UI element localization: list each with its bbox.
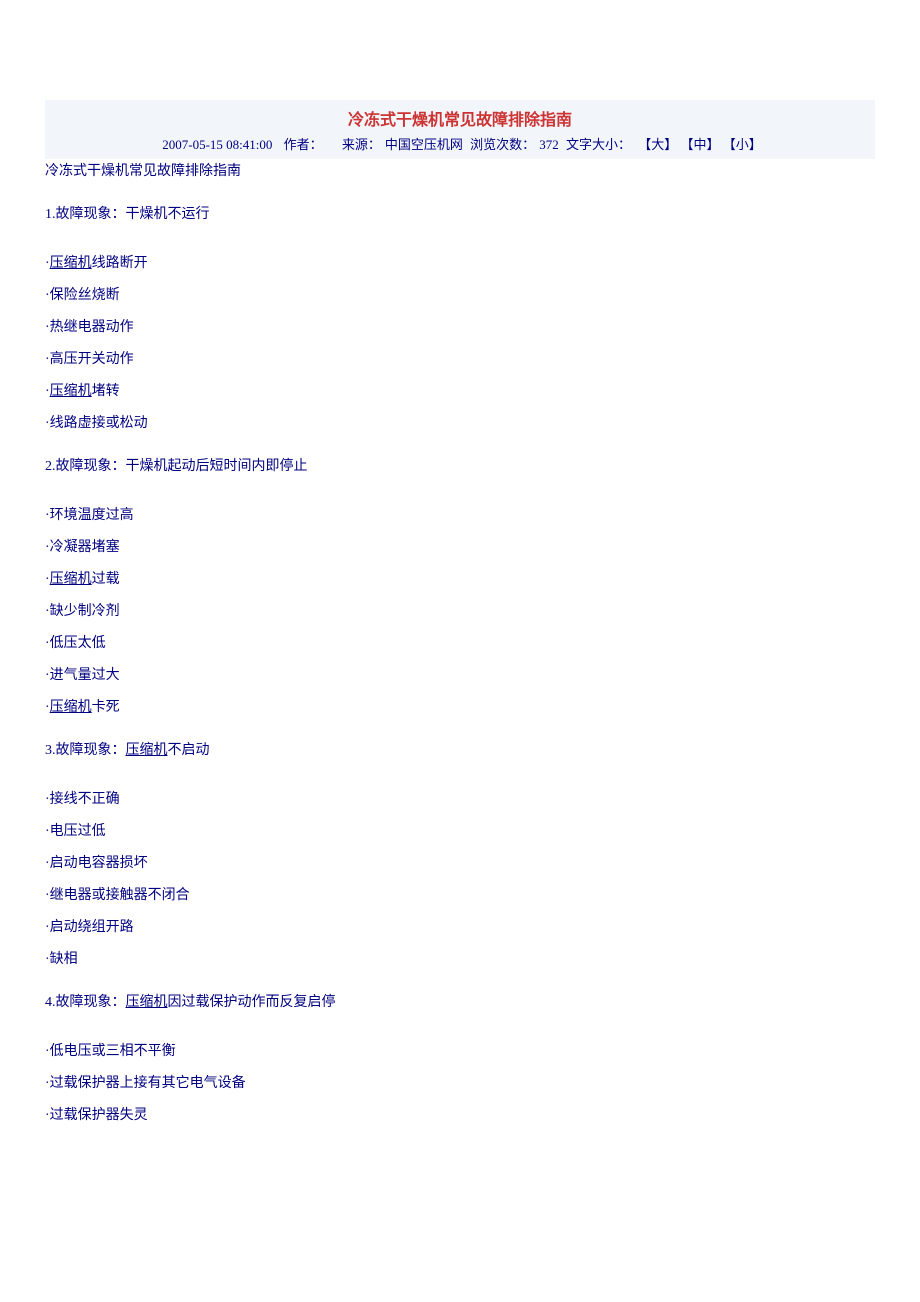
bullet-text: ·缺相 — [45, 952, 78, 967]
source-value: 中国空压机网 — [385, 137, 463, 152]
list-item: ·过载保护器上接有其它电气设备 — [45, 1073, 875, 1094]
views-value: 372 — [539, 137, 559, 152]
bullet-text: ·接线不正确 — [45, 792, 120, 807]
bullet-text: ·启动绕组开路 — [45, 920, 134, 935]
list-item: ·继电器或接触器不闭合 — [45, 885, 875, 906]
page-container: 冷冻式干燥机常见故障排除指南 2007-05-15 08:41:00 作者： 来… — [0, 0, 920, 1177]
bullet-text: ·高压开关动作 — [45, 352, 134, 367]
author-label: 作者： — [284, 137, 323, 152]
font-size-label: 文字大小： — [566, 137, 631, 152]
article-body: 冷冻式干燥机常见故障排除指南 1.故障现象：干燥机不运行 ·压缩机线路断开 ·保… — [45, 161, 875, 1126]
list-item: ·压缩机堵转 — [45, 381, 875, 402]
bullet-text: ·过载保护器失灵 — [45, 1108, 148, 1123]
bullet-text: 过载 — [92, 572, 120, 587]
list-item: ·电压过低 — [45, 821, 875, 842]
bullet-text: ·冷凝器堵塞 — [45, 540, 120, 555]
bullet-text: ·继电器或接触器不闭合 — [45, 888, 190, 903]
bullet-text: ·低压太低 — [45, 636, 106, 651]
heading-text: 因过载保护动作而反复启停 — [168, 995, 336, 1010]
section-heading: 3.故障现象：压缩机不启动 — [45, 740, 875, 761]
list-item: ·压缩机过载 — [45, 569, 875, 590]
article-subtitle: 冷冻式干燥机常见故障排除指南 — [45, 161, 875, 182]
bullet-text: ·保险丝烧断 — [45, 288, 120, 303]
list-item: ·线路虚接或松动 — [45, 413, 875, 434]
list-item: ·冷凝器堵塞 — [45, 537, 875, 558]
bullet-text: ·过载保护器上接有其它电气设备 — [45, 1076, 246, 1091]
list-item: ·保险丝烧断 — [45, 285, 875, 306]
section-heading: 4.故障现象：压缩机因过载保护动作而反复启停 — [45, 992, 875, 1013]
bullet-text: 线路断开 — [92, 256, 148, 271]
font-large-link[interactable]: 【大】 — [638, 137, 677, 152]
title-bar: 冷冻式干燥机常见故障排除指南 — [45, 100, 875, 132]
list-item: ·缺相 — [45, 949, 875, 970]
compressor-link[interactable]: 压缩机 — [126, 743, 168, 758]
bullet-text: ·低电压或三相不平衡 — [45, 1044, 176, 1059]
list-item: ·过载保护器失灵 — [45, 1105, 875, 1126]
list-item: ·低压太低 — [45, 633, 875, 654]
list-item: ·环境温度过高 — [45, 505, 875, 526]
list-item: ·接线不正确 — [45, 789, 875, 810]
compressor-link[interactable]: 压缩机 — [126, 995, 168, 1010]
heading-text: 2.故障现象：干燥机起动后短时间内即停止 — [45, 459, 308, 474]
heading-text: 1.故障现象：干燥机不运行 — [45, 207, 210, 222]
list-item: ·启动电容器损坏 — [45, 853, 875, 874]
list-item: ·缺少制冷剂 — [45, 601, 875, 622]
meta-bar: 2007-05-15 08:41:00 作者： 来源： 中国空压机网 浏览次数： 3… — [45, 132, 875, 159]
heading-text: 不启动 — [168, 743, 210, 758]
list-item: ·进气量过大 — [45, 665, 875, 686]
views-label: 浏览次数： — [470, 137, 535, 152]
bullet-text: ·启动电容器损坏 — [45, 856, 148, 871]
list-item: ·高压开关动作 — [45, 349, 875, 370]
bullet-text: 卡死 — [92, 700, 120, 715]
heading-text: 4.故障现象： — [45, 995, 126, 1010]
compressor-link[interactable]: 压缩机 — [50, 384, 92, 399]
list-item: ·低电压或三相不平衡 — [45, 1041, 875, 1062]
list-item: ·启动绕组开路 — [45, 917, 875, 938]
bullet-text: ·热继电器动作 — [45, 320, 134, 335]
section-heading: 2.故障现象：干燥机起动后短时间内即停止 — [45, 456, 875, 477]
source-label: 来源： — [342, 137, 381, 152]
bullet-text: ·进气量过大 — [45, 668, 120, 683]
section-heading: 1.故障现象：干燥机不运行 — [45, 204, 875, 225]
compressor-link[interactable]: 压缩机 — [50, 700, 92, 715]
compressor-link[interactable]: 压缩机 — [50, 256, 92, 271]
page-title: 冷冻式干燥机常见故障排除指南 — [348, 112, 572, 129]
font-medium-link[interactable]: 【中】 — [680, 137, 719, 152]
bullet-text: ·线路虚接或松动 — [45, 416, 148, 431]
compressor-link[interactable]: 压缩机 — [50, 572, 92, 587]
timestamp: 2007-05-15 08:41:00 — [162, 137, 272, 152]
list-item: ·热继电器动作 — [45, 317, 875, 338]
bullet-text: ·环境温度过高 — [45, 508, 134, 523]
list-item: ·压缩机卡死 — [45, 697, 875, 718]
bullet-text: 堵转 — [92, 384, 120, 399]
heading-text: 3.故障现象： — [45, 743, 126, 758]
bullet-text: ·缺少制冷剂 — [45, 604, 120, 619]
list-item: ·压缩机线路断开 — [45, 253, 875, 274]
bullet-text: ·电压过低 — [45, 824, 106, 839]
font-small-link[interactable]: 【小】 — [723, 137, 762, 152]
